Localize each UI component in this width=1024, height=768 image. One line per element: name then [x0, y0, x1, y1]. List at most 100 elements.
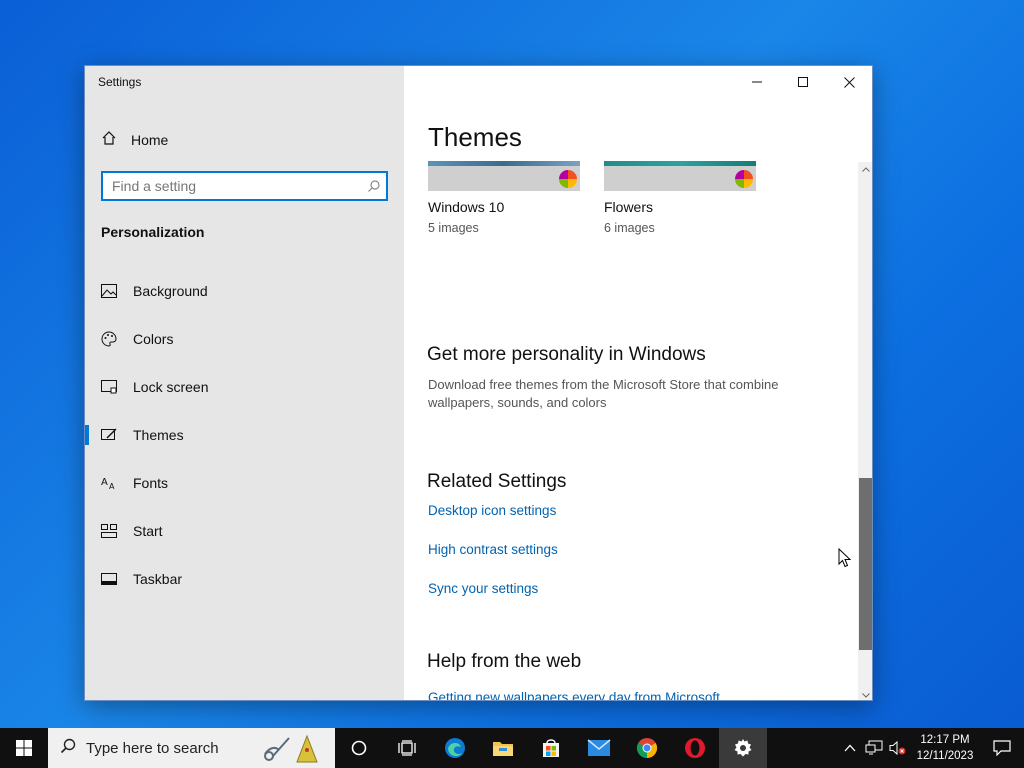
sidebar-item-label: Lock screen [133, 379, 209, 395]
search-icon[interactable] [362, 179, 386, 193]
window-caption-buttons [734, 66, 872, 98]
show-hidden-icons-button[interactable] [838, 728, 862, 768]
settings-search-box[interactable] [101, 171, 388, 201]
sidebar-item-label: Start [133, 523, 163, 539]
volume-muted-icon [889, 740, 906, 756]
minimize-icon [752, 81, 762, 83]
sidebar-item-label: Colors [133, 331, 174, 347]
scroll-down-icon[interactable] [858, 688, 872, 700]
theme-card-windows-10[interactable]: Windows 10 5 images [428, 161, 580, 235]
edge-button[interactable] [431, 728, 479, 768]
more-personality-heading: Get more personality in Windows [427, 344, 706, 365]
maximize-icon [798, 77, 808, 87]
sidebar-item-label: Taskbar [133, 571, 183, 587]
mouse-cursor-icon [838, 547, 852, 573]
mail-icon [587, 739, 611, 756]
chrome-button[interactable] [623, 728, 671, 768]
scroll-thumb[interactable] [859, 478, 872, 650]
svg-text:A: A [101, 477, 108, 488]
file-explorer-button[interactable] [479, 728, 527, 768]
microsoft-store-button[interactable] [527, 728, 575, 768]
themes-icon [101, 427, 117, 443]
sidebar: Settings Home Personalization Background [85, 66, 404, 700]
fonts-icon: AA [101, 475, 117, 491]
taskbar-icon [101, 571, 117, 587]
notification-icon [993, 740, 1011, 756]
window-title: Settings [98, 75, 142, 89]
minimize-button[interactable] [734, 66, 780, 98]
theme-name: Flowers [604, 199, 654, 215]
lock-screen-icon [101, 379, 117, 395]
sidebar-item-lock-screen[interactable]: Lock screen [85, 363, 404, 411]
taskbar-clock[interactable]: 12:17 PM 12/11/2023 [910, 732, 980, 764]
taskbar-search-placeholder: Type here to search [86, 739, 219, 757]
cortana-icon [351, 740, 367, 756]
chevron-up-icon [844, 744, 856, 752]
volume-button[interactable] [886, 728, 910, 768]
palette-icon [101, 331, 117, 347]
taskbar-search-box[interactable]: Type here to search [48, 728, 335, 768]
start-icon [101, 523, 117, 539]
scroll-up-icon[interactable] [858, 162, 872, 176]
opera-icon [685, 738, 705, 758]
store-icon [543, 739, 559, 757]
search-highlight-icon[interactable] [259, 732, 329, 768]
sidebar-nav: Background Colors Lock screen Themes A A… [85, 267, 404, 603]
sidebar-item-themes[interactable]: Themes [85, 411, 404, 459]
taskbar: Type here to search 12:17 PM 12/11/2023 [0, 728, 1024, 768]
sync-settings-link[interactable]: Sync your settings [428, 581, 538, 596]
close-icon [843, 76, 855, 88]
clock-time: 12:17 PM [920, 734, 970, 746]
settings-search-input[interactable] [103, 173, 362, 199]
color-palette-icon [559, 170, 577, 188]
sidebar-item-label: Background [133, 283, 208, 299]
sidebar-item-colors[interactable]: Colors [85, 315, 404, 363]
clock-date: 12/11/2023 [916, 750, 974, 762]
home-label: Home [131, 131, 169, 148]
task-view-button[interactable] [383, 728, 431, 768]
file-explorer-icon [493, 742, 513, 756]
color-palette-icon [735, 170, 753, 188]
help-from-web-heading: Help from the web [427, 651, 582, 672]
task-view-icon [398, 740, 416, 756]
settings-window: Settings Home Personalization Background [84, 65, 873, 701]
network-icon [865, 740, 883, 755]
network-button[interactable] [862, 728, 886, 768]
section-label: Personalization [101, 224, 205, 240]
system-tray: 12:17 PM 12/11/2023 [838, 728, 1024, 768]
edge-icon [445, 738, 465, 758]
theme-image-count: 6 images [604, 221, 655, 235]
high-contrast-settings-link[interactable]: High contrast settings [428, 542, 558, 557]
sidebar-item-label: Fonts [133, 475, 169, 491]
related-settings-heading: Related Settings [427, 471, 567, 492]
desktop-icon-settings-link[interactable]: Desktop icon settings [428, 503, 556, 518]
sidebar-item-fonts[interactable]: AA Fonts [85, 459, 404, 507]
maximize-button[interactable] [780, 66, 826, 98]
settings-button[interactable] [719, 728, 767, 768]
page-title: Themes [428, 122, 522, 152]
more-personality-description: Download free themes from the Microsoft … [428, 377, 779, 410]
settings-icon [734, 739, 752, 757]
search-icon [60, 738, 76, 758]
theme-name: Windows 10 [428, 199, 505, 215]
content-scrollbar[interactable] [858, 162, 872, 700]
theme-thumbnail[interactable] [604, 161, 756, 191]
sidebar-item-start[interactable]: Start [85, 507, 404, 555]
windows-logo-icon [16, 740, 32, 756]
theme-thumbnail[interactable] [428, 161, 580, 191]
svg-text:A: A [109, 482, 115, 490]
close-button[interactable] [826, 66, 872, 98]
theme-image-count: 5 images [428, 221, 479, 235]
themes-content: Themes Windows 10 5 images Flowers 6 ima… [404, 66, 872, 700]
sidebar-item-background[interactable]: Background [85, 267, 404, 315]
wallpapers-help-link[interactable]: Getting new wallpapers every day from Mi… [428, 690, 720, 700]
theme-card-flowers[interactable]: Flowers 6 images [604, 161, 756, 235]
home-button[interactable]: Home [101, 130, 168, 149]
opera-button[interactable] [671, 728, 719, 768]
cortana-button[interactable] [335, 728, 383, 768]
start-button[interactable] [0, 728, 48, 768]
home-icon [101, 130, 117, 149]
action-center-button[interactable] [980, 728, 1024, 768]
sidebar-item-taskbar[interactable]: Taskbar [85, 555, 404, 603]
mail-button[interactable] [575, 728, 623, 768]
